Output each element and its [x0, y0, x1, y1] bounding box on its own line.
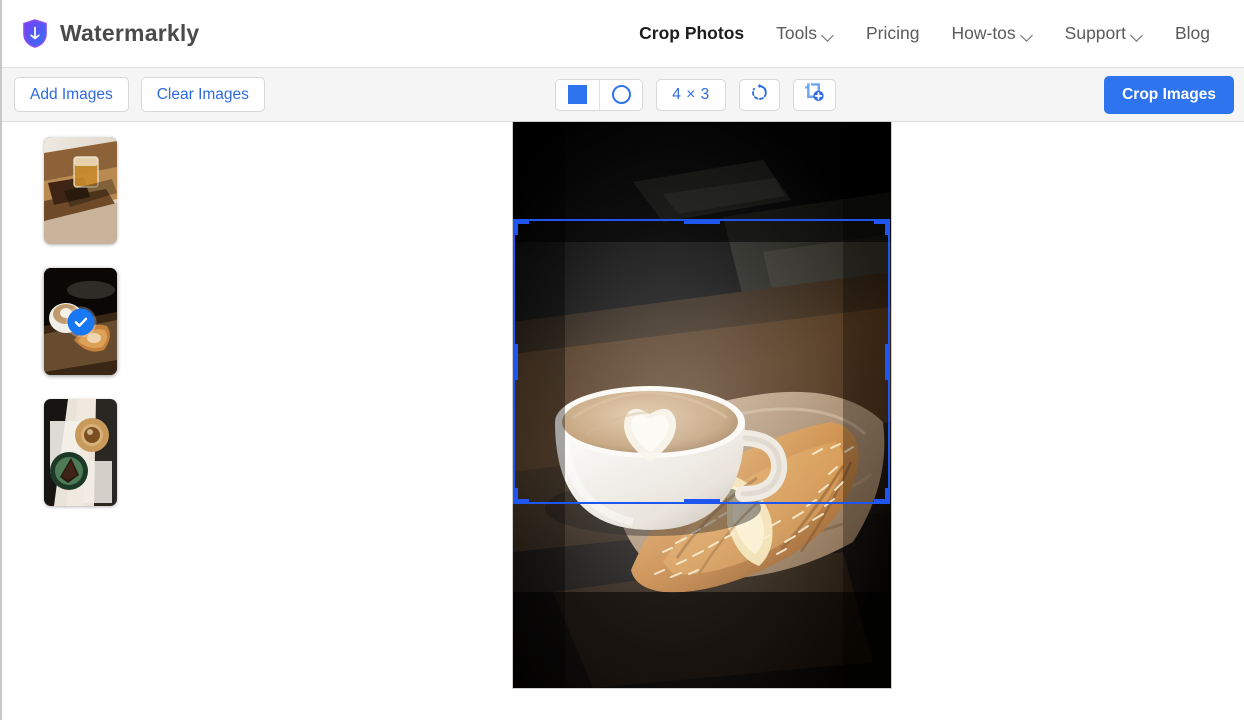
crop-images-button[interactable]: Crop Images: [1104, 75, 1234, 114]
crop-shape-circle-button[interactable]: [599, 79, 642, 110]
nav-label: Blog: [1174, 23, 1210, 43]
shield-icon: [22, 19, 48, 48]
crop-handle-n[interactable]: [683, 219, 720, 224]
site-header: Watermarkly Crop Photos Tools Pricing Ho…: [2, 0, 1244, 68]
square-icon: [568, 85, 587, 104]
nav-item-tools[interactable]: Tools: [760, 17, 850, 50]
nav-label: Crop Photos: [639, 23, 745, 43]
thumbnail-item-3[interactable]: [44, 399, 117, 506]
rotate-left-icon: [750, 83, 769, 107]
clear-images-button[interactable]: Clear Images: [140, 76, 265, 113]
chevron-down-icon: [1132, 31, 1143, 38]
thumbnail-item-2[interactable]: [44, 268, 117, 375]
chevron-down-icon: [823, 31, 834, 38]
brand-logo[interactable]: Watermarkly: [22, 19, 199, 48]
circle-icon: [611, 85, 631, 104]
nav-item-crop-photos[interactable]: Crop Photos: [623, 17, 760, 50]
crop-handle-w[interactable]: [513, 343, 518, 380]
thumbnail-selected-badge: [67, 308, 94, 335]
nav-item-how-tos[interactable]: How-tos: [935, 17, 1048, 50]
main-navigation: Crop Photos Tools Pricing How-tos Suppor…: [623, 17, 1226, 50]
check-icon: [74, 317, 87, 327]
nav-item-support[interactable]: Support: [1049, 17, 1159, 50]
add-images-button[interactable]: Add Images: [14, 76, 129, 113]
nav-label: How-tos: [951, 23, 1016, 43]
aspect-ratio-label: 4 × 3: [672, 85, 710, 103]
crop-handle-ne[interactable]: [885, 219, 890, 235]
add-crop-button[interactable]: [793, 78, 836, 111]
crop-selection-box[interactable]: [513, 219, 890, 504]
crop-shape-square-button[interactable]: [556, 79, 599, 110]
workspace: [2, 122, 1244, 719]
nav-item-blog[interactable]: Blog: [1159, 17, 1226, 50]
thumbnail-list: [44, 122, 118, 506]
app-window: Watermarkly Crop Photos Tools Pricing Ho…: [0, 0, 1244, 720]
crop-canvas[interactable]: [513, 122, 891, 688]
crop-shape-toggle: [555, 78, 643, 111]
crop-handle-se[interactable]: [885, 488, 890, 504]
crop-handle-nw[interactable]: [513, 219, 518, 235]
brand-name: Watermarkly: [60, 20, 200, 46]
editor-toolbar: Add Images Clear Images 4 × 3 Crop Image…: [2, 68, 1244, 122]
nav-label: Support: [1064, 23, 1126, 43]
aspect-ratio-button[interactable]: 4 × 3: [656, 78, 726, 111]
crop-handle-s[interactable]: [683, 499, 720, 504]
chevron-down-icon: [1022, 31, 1033, 38]
thumbnail-item-1[interactable]: [44, 137, 117, 244]
rotate-button[interactable]: [739, 78, 780, 111]
crop-handle-e[interactable]: [885, 343, 890, 380]
toolbar-center-group: 4 × 3: [555, 78, 836, 111]
toolbar-left-group: Add Images Clear Images: [14, 76, 265, 113]
crop-handle-sw[interactable]: [513, 488, 518, 504]
nav-label: Tools: [776, 23, 817, 43]
nav-label: Pricing: [865, 23, 920, 43]
add-crop-icon: [804, 82, 825, 107]
nav-item-pricing[interactable]: Pricing: [850, 17, 936, 50]
